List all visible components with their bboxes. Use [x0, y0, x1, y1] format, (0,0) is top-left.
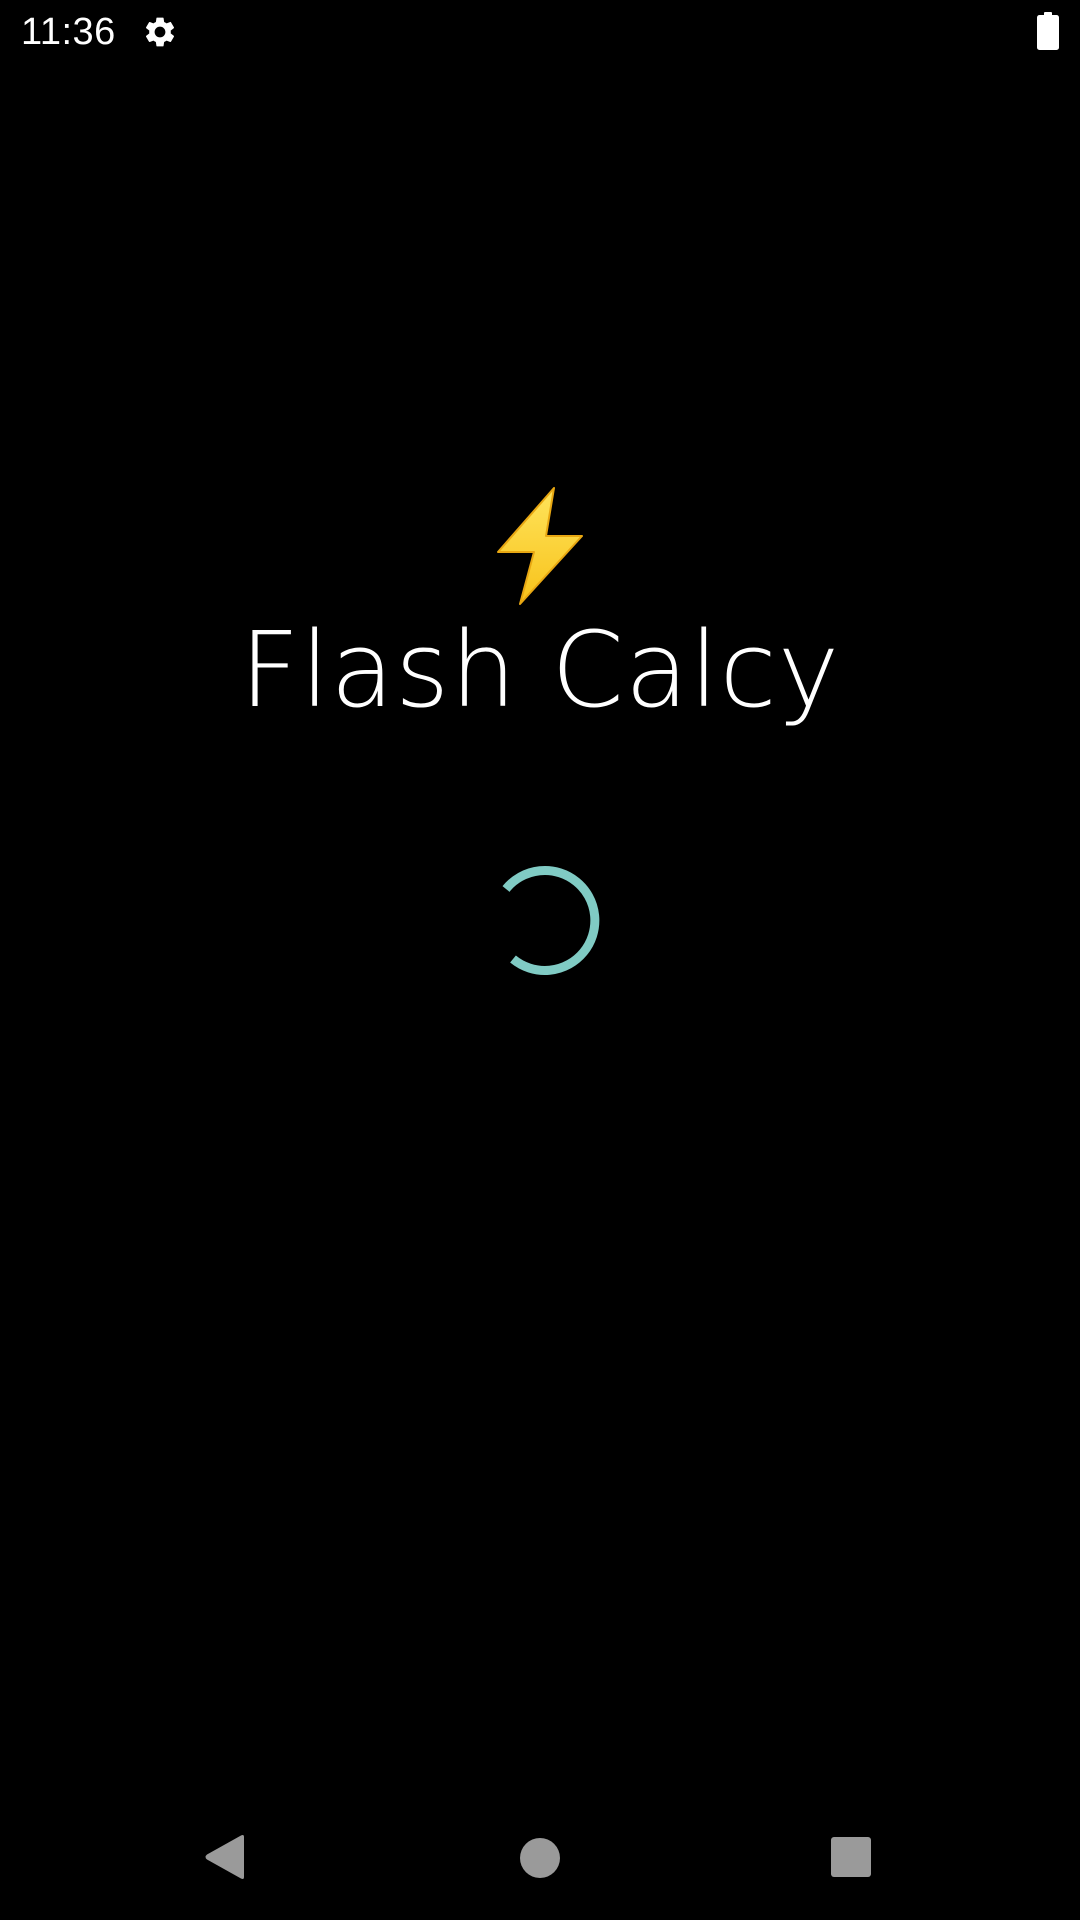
recents-icon[interactable]: [831, 1837, 871, 1877]
home-icon[interactable]: [520, 1838, 560, 1878]
status-bar: 11:36: [0, 0, 1080, 63]
back-icon[interactable]: [204, 1834, 246, 1880]
status-time: 11:36: [21, 11, 116, 53]
loading-spinner: [502, 865, 600, 975]
app-title: Flash Calcy: [239, 609, 841, 731]
gear-icon: [145, 17, 175, 47]
battery-icon: [1037, 12, 1059, 50]
lightning-bolt-icon: [497, 487, 583, 605]
